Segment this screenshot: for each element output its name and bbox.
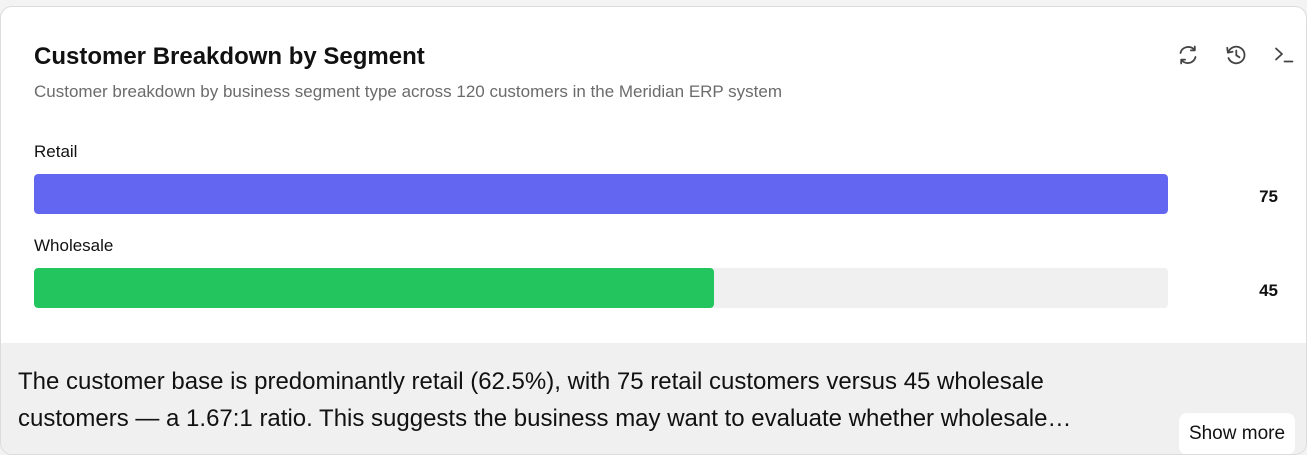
bar-value-retail: 75: [1259, 187, 1278, 206]
terminal-button[interactable]: [1268, 39, 1300, 71]
bar-wholesale: [34, 268, 714, 308]
bar-label-wholesale: Wholesale: [34, 236, 114, 255]
summary-text: The customer base is predominantly retai…: [18, 368, 1072, 432]
insight-summary: The customer base is predominantly retai…: [1, 343, 1306, 454]
bar-retail: [34, 174, 1168, 214]
chart-subtitle: Customer breakdown by business segment t…: [34, 82, 783, 101]
bar-track-wholesale: [34, 268, 1168, 308]
bar-track-retail: [34, 174, 1168, 214]
terminal-icon: [1275, 47, 1294, 63]
chart-card: Customer Breakdown by Segment Customer b…: [0, 6, 1307, 455]
card-toolbar: [1171, 39, 1306, 71]
refresh-button[interactable]: [1172, 39, 1204, 71]
refresh-icon: [1179, 45, 1197, 65]
bar-label-retail: Retail: [34, 142, 78, 161]
history-button[interactable]: [1220, 39, 1252, 71]
bar-value-wholesale: 45: [1259, 281, 1278, 300]
history-icon: [1226, 45, 1246, 65]
chart-title: Customer Breakdown by Segment: [34, 43, 425, 70]
show-more-button[interactable]: Show more: [1179, 413, 1295, 454]
